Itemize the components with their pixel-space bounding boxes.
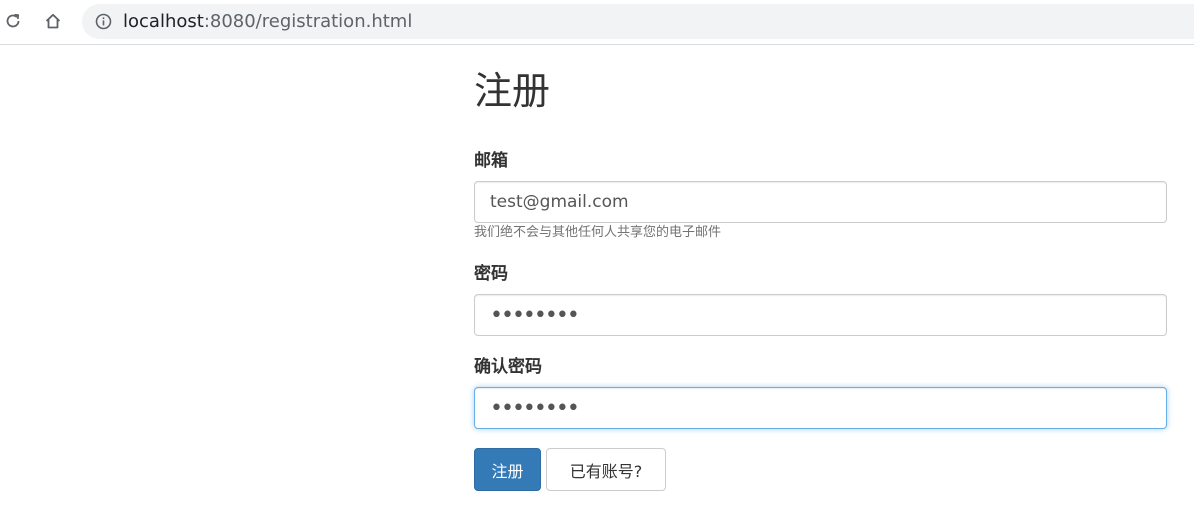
- email-help-text: 我们绝不会与其他任何人共享您的电子邮件: [474, 225, 722, 240]
- reload-icon[interactable]: [2, 10, 24, 32]
- email-label: 邮箱: [474, 151, 508, 171]
- url-text: localhost:8080/registration.html: [123, 11, 412, 32]
- have-account-button[interactable]: 已有账号?: [546, 448, 666, 491]
- confirm-password-field[interactable]: [474, 387, 1167, 429]
- browser-toolbar: localhost:8080/registration.html: [0, 0, 1194, 45]
- confirm-password-label: 确认密码: [474, 357, 542, 377]
- email-field[interactable]: [474, 181, 1167, 223]
- register-button[interactable]: 注册: [474, 448, 541, 491]
- home-icon[interactable]: [42, 10, 64, 32]
- page-title: 注册: [474, 69, 551, 113]
- url-host: localhost: [123, 11, 204, 32]
- url-path: :8080/registration.html: [203, 11, 413, 32]
- password-field[interactable]: [474, 294, 1167, 336]
- password-label: 密码: [474, 264, 508, 284]
- address-bar[interactable]: localhost:8080/registration.html: [82, 4, 1194, 39]
- info-icon[interactable]: [94, 12, 113, 31]
